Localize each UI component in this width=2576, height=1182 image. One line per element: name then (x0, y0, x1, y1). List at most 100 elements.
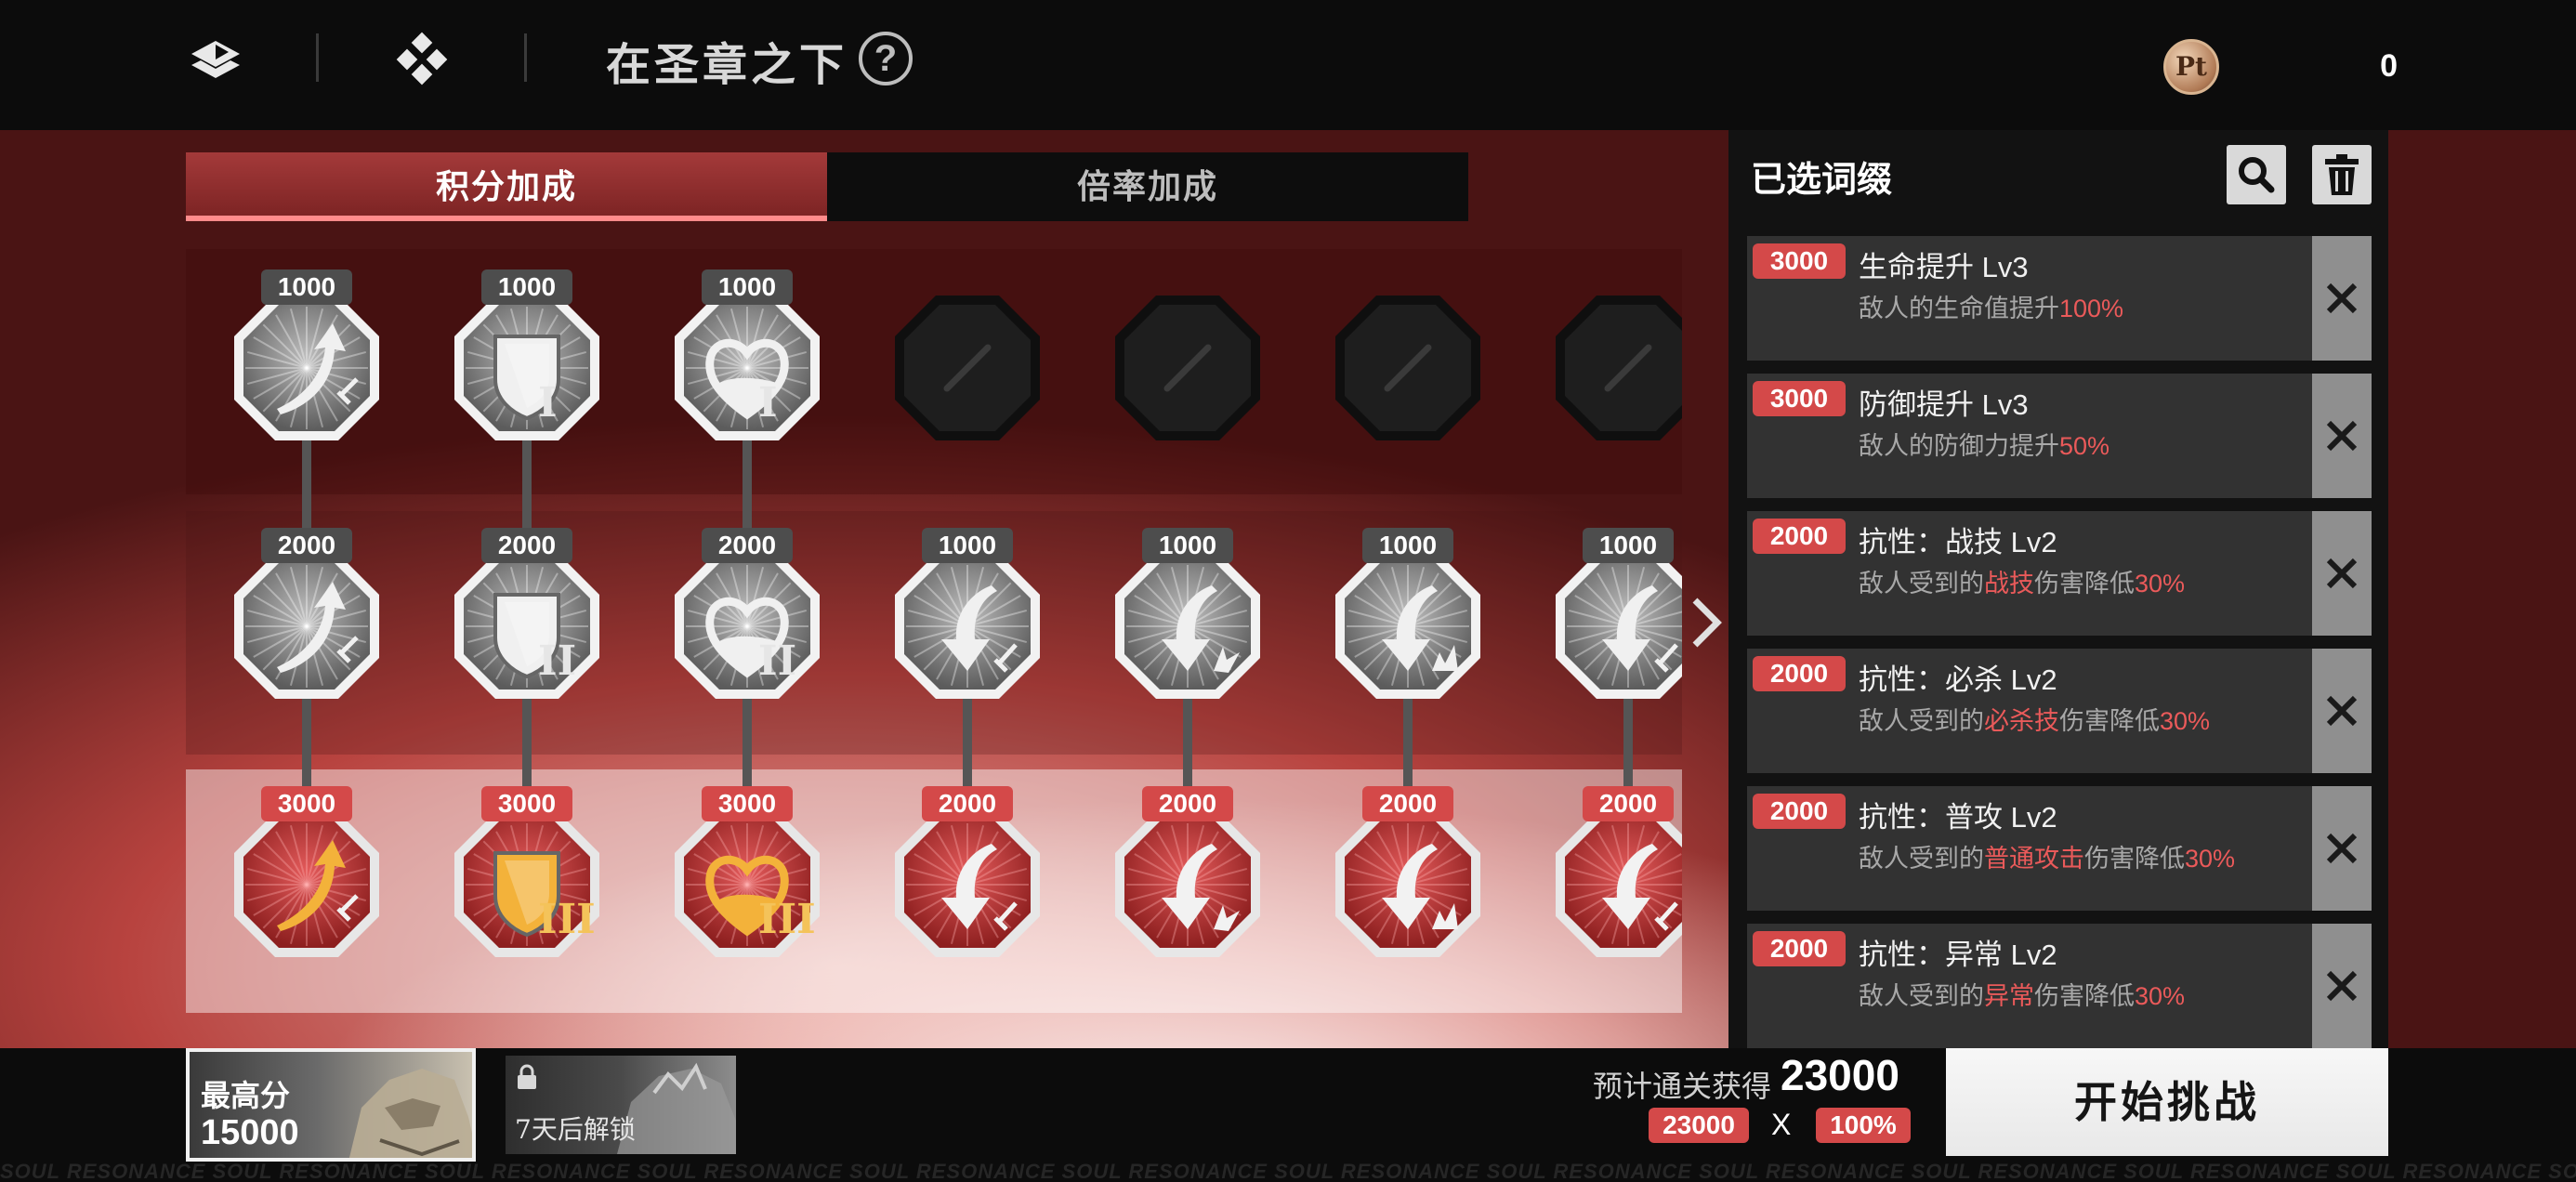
affix-cost-badge: 2000 (1753, 519, 1846, 554)
help-icon[interactable]: ? (859, 32, 913, 85)
affix-node-down-sword[interactable]: 1000 (1550, 528, 1682, 704)
affix-node-down-sword[interactable]: 2000 (1550, 786, 1682, 963)
cost-badge: 1000 (1142, 528, 1233, 563)
blade-up-icon (234, 296, 379, 440)
cost-badge: 1000 (261, 269, 352, 305)
close-icon (2326, 833, 2358, 864)
affix-node-blade-up[interactable]: 2000 (229, 528, 385, 704)
affix-node-shield[interactable]: II 2000 (449, 528, 605, 704)
remove-affix-button[interactable] (2312, 511, 2372, 636)
affix-list: 3000 生命提升 Lv3 敌人的生命值提升100% 3000 防御提升 Lv3… (1747, 236, 2372, 1050)
panel-title: 已选词缀 (1751, 158, 1893, 200)
remove-affix-button[interactable] (2312, 236, 2372, 361)
affix-description: 敌人受到的异常伤害降低30% (1859, 976, 2185, 1012)
desc-highlight: 30% (2160, 707, 2211, 735)
remove-affix-button[interactable] (2312, 786, 2372, 911)
cost-badge: 3000 (702, 786, 793, 821)
close-icon (2326, 558, 2358, 589)
pt-currency-icon: Pt (2163, 39, 2219, 95)
remove-affix-button[interactable] (2312, 924, 2372, 1048)
desc-highlight: 30% (2135, 570, 2186, 598)
down-burst-icon (1115, 554, 1260, 699)
top-bar: 在圣章之下 ? Pt 0 (0, 0, 2576, 130)
page-title: 在圣章之下 (606, 39, 848, 91)
affix-row[interactable]: 2000 抗性：战技 Lv2 敌人受到的战技伤害降低30% (1747, 511, 2372, 636)
affix-row[interactable]: 3000 防御提升 Lv3 敌人的防御力提升50% (1747, 374, 2372, 498)
affix-name: 防御提升 Lv3 (1859, 388, 2029, 421)
best-score-card[interactable]: 最高分 15000 (186, 1048, 476, 1162)
affix-node-heart[interactable]: II 2000 (669, 528, 825, 704)
cost-badge: 3000 (481, 786, 572, 821)
remove-affix-button[interactable] (2312, 374, 2372, 498)
affix-node-shield[interactable]: III 3000 (449, 786, 605, 963)
affix-name: 抗性：普攻 Lv2 (1859, 801, 2057, 834)
tab-score-bonus[interactable]: 积分加成 (186, 152, 827, 221)
cost-badge: 1000 (1583, 528, 1674, 563)
affix-node-down-burst[interactable]: 2000 (1110, 786, 1266, 963)
desc-text: 敌人受到的 (1859, 845, 1984, 873)
tier-numeral: II (758, 637, 797, 685)
desc-text: 敌人受到的 (1859, 570, 1984, 598)
locked-slot-icon (1115, 296, 1260, 440)
affix-cost-badge: 2000 (1753, 656, 1846, 691)
down-spark-icon (1335, 812, 1480, 957)
tier-numeral: II (538, 637, 577, 685)
tab-rate-bonus[interactable]: 倍率加成 (827, 152, 1468, 221)
desc-highlight: 战技 (1984, 570, 2034, 598)
affix-row[interactable]: 3000 生命提升 Lv3 敌人的生命值提升100% (1747, 236, 2372, 361)
desc-text: 伤害降低 (2034, 570, 2135, 598)
locked-character-card[interactable]: 7天后解锁 (506, 1056, 736, 1154)
down-burst-icon (1115, 812, 1260, 957)
affix-node-shield[interactable]: I 1000 (449, 269, 605, 446)
scroll-right-arrow-icon[interactable] (1688, 595, 1725, 650)
selected-affix-panel: 已选词缀 3000 生命提升 Lv3 敌人的生命值提升100% 3000 防御提… (1728, 130, 2388, 1050)
affix-node-heart[interactable]: I 1000 (669, 269, 825, 446)
tier-numeral: III (758, 896, 816, 943)
affix-description: 敌人受到的战技伤害降低30% (1859, 563, 2185, 599)
desc-highlight: 50% (2059, 432, 2110, 460)
search-icon (2239, 157, 2275, 193)
affix-row[interactable]: 2000 抗性：普攻 Lv2 敌人受到的普通攻击伤害降低30% (1747, 786, 2372, 911)
cost-badge: 2000 (922, 786, 1013, 821)
locked-slot-icon (1335, 296, 1480, 440)
reward-value: 23000 (1781, 1051, 1899, 1099)
desc-highlight: 必杀技 (1984, 707, 2059, 735)
blade-up-icon (234, 554, 379, 699)
start-challenge-button[interactable]: 开始挑战 (1946, 1048, 2388, 1156)
remove-affix-button[interactable] (2312, 649, 2372, 773)
multiply-sign: X (1771, 1108, 1792, 1141)
affix-node-down-spark[interactable]: 1000 (1330, 528, 1486, 704)
best-score-value: 15000 (201, 1113, 299, 1152)
search-button[interactable] (2227, 145, 2286, 204)
affix-node-blade-up[interactable]: 3000 (229, 786, 385, 963)
down-sword-icon (1556, 554, 1682, 699)
best-score-label: 最高分 (201, 1078, 291, 1113)
lock-icon (518, 1064, 536, 1089)
home-diamond-icon[interactable] (388, 26, 455, 93)
affix-node-down-burst[interactable]: 1000 (1110, 528, 1266, 704)
divider (524, 33, 527, 82)
affix-node-blade-up[interactable]: 1000 (229, 269, 385, 446)
affix-row[interactable]: 2000 抗性：异常 Lv2 敌人受到的异常伤害降低30% (1747, 924, 2372, 1048)
affix-node-heart[interactable]: III 3000 (669, 786, 825, 963)
tier-numeral: III (538, 896, 596, 943)
desc-highlight: 30% (2135, 982, 2186, 1010)
affix-row[interactable]: 2000 抗性：必杀 Lv2 敌人受到的必杀技伤害降低30% (1747, 649, 2372, 773)
tab-bar: 积分加成 倍率加成 (186, 152, 1468, 221)
tier-numeral: I (538, 379, 558, 427)
cost-badge: 1000 (1362, 528, 1453, 563)
affix-node-down-sword[interactable]: 2000 (889, 786, 1045, 963)
clear-all-button[interactable] (2312, 145, 2372, 204)
currency-value: 0 (2380, 48, 2398, 84)
close-icon (2326, 970, 2358, 1002)
affix-name: 抗性：异常 Lv2 (1859, 939, 2057, 971)
divider (316, 33, 319, 82)
locked-affix-node (889, 290, 1045, 446)
affix-node-down-spark[interactable]: 2000 (1330, 786, 1486, 963)
menu-layers-icon[interactable] (182, 26, 249, 93)
down-sword-icon (1556, 812, 1682, 957)
affix-node-down-sword[interactable]: 1000 (889, 528, 1045, 704)
cost-badge: 2000 (702, 528, 793, 563)
desc-highlight: 异常 (1984, 982, 2034, 1010)
heart-icon (675, 296, 820, 440)
